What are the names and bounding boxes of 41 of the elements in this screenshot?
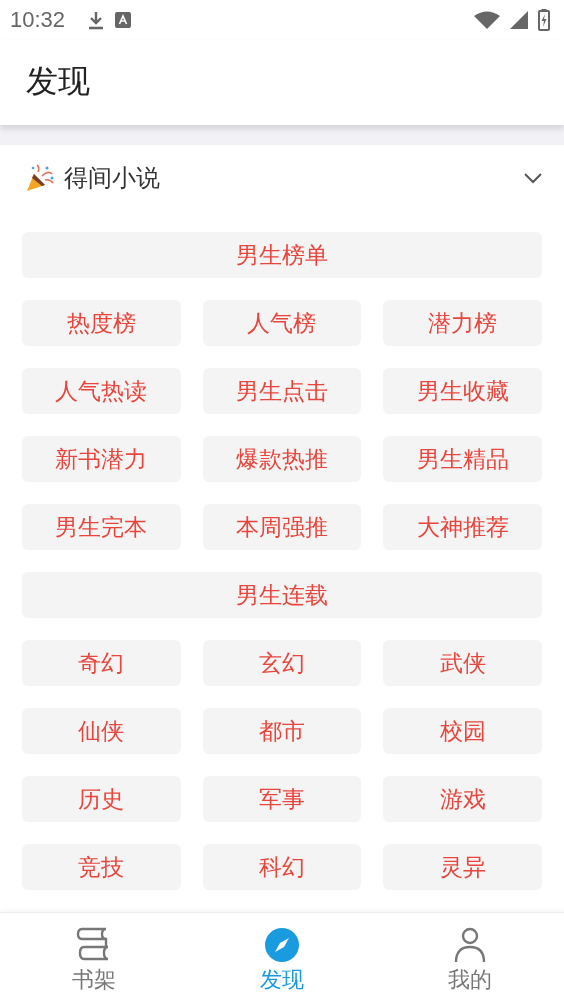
nav-tab[interactable]: 书架 xyxy=(0,913,188,1004)
compass-icon xyxy=(264,927,300,963)
signal-icon xyxy=(510,11,528,29)
category-tag[interactable]: 本周强推 xyxy=(202,504,362,550)
category-tag[interactable]: 科幻 xyxy=(202,844,362,890)
category-tag[interactable]: 玄幻 xyxy=(202,640,362,686)
source-selector[interactable]: 得间小说 xyxy=(0,145,564,211)
category-tag[interactable]: 新书潜力 xyxy=(22,436,181,482)
category-tag[interactable]: 游戏 xyxy=(383,776,542,822)
category-tag[interactable]: 军事 xyxy=(202,776,362,822)
status-time: 10:32 xyxy=(10,7,66,33)
category-tag[interactable]: 校园 xyxy=(383,708,542,754)
category-tag[interactable]: 人气热读 xyxy=(22,368,181,414)
keyboard-icon xyxy=(115,12,132,28)
source-name: 得间小说 xyxy=(64,163,161,194)
category-header[interactable]: 男生连载 xyxy=(22,572,542,618)
wifi-icon xyxy=(474,11,500,29)
category-tag[interactable]: 男生点击 xyxy=(202,368,362,414)
category-tag[interactable]: 都市 xyxy=(202,708,362,754)
nav-tab[interactable]: 发现 xyxy=(188,913,376,1004)
category-header[interactable]: 男生榜单 xyxy=(22,232,542,278)
category-tag[interactable]: 灵异 xyxy=(383,844,542,890)
category-tag[interactable]: 人气榜 xyxy=(202,300,362,346)
category-tag[interactable]: 男生完本 xyxy=(22,504,181,550)
category-tag[interactable]: 热度榜 xyxy=(22,300,181,346)
category-tag[interactable]: 潜力榜 xyxy=(383,300,542,346)
category-tag[interactable]: 竞技 xyxy=(22,844,181,890)
category-tag[interactable]: 武侠 xyxy=(383,640,542,686)
party-popper-icon xyxy=(26,164,56,192)
category-tag[interactable]: 爆款热推 xyxy=(202,436,362,482)
page-title: 发现 xyxy=(25,61,91,102)
category-tag[interactable]: 奇幻 xyxy=(22,640,181,686)
person-icon xyxy=(452,927,488,963)
category-tag[interactable]: 男生精品 xyxy=(383,436,542,482)
nav-tab[interactable]: 我的 xyxy=(376,913,564,1004)
category-tag[interactable]: 大神推荐 xyxy=(383,504,542,550)
category-tag[interactable]: 仙侠 xyxy=(22,708,181,754)
download-icon xyxy=(87,10,106,30)
category-tag[interactable]: 男生收藏 xyxy=(383,368,542,414)
category-tag[interactable]: 历史 xyxy=(22,776,181,822)
battery-icon xyxy=(538,9,550,31)
